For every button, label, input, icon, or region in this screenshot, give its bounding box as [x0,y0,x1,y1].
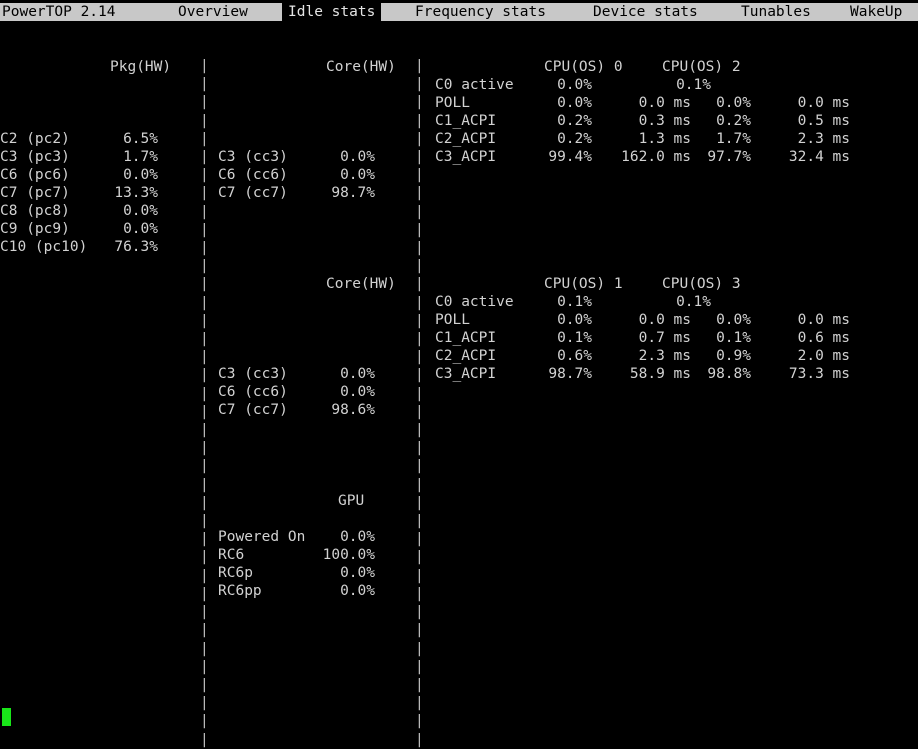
tab-frequency-stats[interactable]: Frequency stats [415,3,546,21]
core-state-value: 98.7% [331,185,375,201]
core-state-value: 0.0% [340,366,375,382]
cpu-state-label: POLL [435,312,470,328]
core-state-label: C7 (cc7) [218,185,288,201]
core-state-value: 0.0% [340,167,375,183]
gpu-header: GPU [338,493,365,509]
cpu-state-time: 162.0 ms [621,149,691,165]
pkg-state-value: 1.7% [123,149,158,165]
gpu-state-label: RC6 [218,547,245,563]
cpu-state-time: 0.3 ms [638,113,691,129]
cpu-state-time: 32.4 ms [788,149,850,165]
cpu-header: CPU(OS) 1 [544,276,623,292]
cpu-c0-value: 0.1% [676,294,711,310]
cpu-c0-value: 0.1% [676,77,711,93]
core-state-label: C7 (cc7) [218,402,288,418]
cpu-state-time: 0.6 ms [797,330,850,346]
pkg-state-label: C3 (pc3) [0,149,70,165]
cpu-state-pct: 98.7% [548,366,592,382]
cpu-state-pct: 99.4% [548,149,592,165]
pkg-state-value: 6.5% [123,131,158,147]
cpu-state-time: 0.0 ms [797,95,850,111]
gpu-state-value: 0.0% [340,565,375,581]
cpu-state-pct: 0.1% [716,330,751,346]
cpu-state-time: 58.9 ms [629,366,691,382]
cpu-state-pct: 0.9% [716,348,751,364]
cpu-state-pct: 0.6% [557,348,592,364]
tab-idle-stats[interactable]: Idle stats [282,3,382,21]
cpu-c0-label: C0 active [435,77,514,93]
pkg-state-label: C10 (pc10) [0,239,88,255]
core-state-value: 0.0% [340,384,375,400]
pkg-state-label: C6 (pc6) [0,167,70,183]
cpu-state-pct: 1.7% [716,131,751,147]
pkg-state-label: C8 (pc8) [0,203,70,219]
cpu-state-pct: 0.2% [557,113,592,129]
cpu-c0-label: C0 active [435,294,514,310]
core-state-label: C6 (cc6) [218,384,288,400]
cpu-state-time: 73.3 ms [788,366,850,382]
tab-overview[interactable]: Overview [178,3,248,21]
cpu-state-label: C3_ACPI [435,149,497,165]
cpu-state-label: C2_ACPI [435,131,497,147]
cpu-state-pct: 0.2% [716,113,751,129]
terminal-cursor [2,708,11,726]
cpu-state-label: C2_ACPI [435,348,497,364]
gpu-state-value: 100.0% [322,547,375,563]
pkg-state-value: 0.0% [123,221,158,237]
cpu-state-pct: 0.2% [557,131,592,147]
pkg-state-label: C9 (pc9) [0,221,70,237]
gpu-state-label: Powered On [218,529,306,545]
cpu-state-time: 2.3 ms [797,131,850,147]
cpu-header: CPU(OS) 3 [662,276,741,292]
tab-tunables[interactable]: Tunables [741,3,811,21]
gpu-state-label: RC6pp [218,583,262,599]
pkg-state-label: C7 (pc7) [0,185,70,201]
gpu-state-label: RC6p [218,565,253,581]
cpu-state-time: 0.0 ms [638,312,691,328]
core-state-value: 98.6% [331,402,375,418]
app-title: PowerTOP 2.14 [2,4,116,20]
core-state-label: C6 (cc6) [218,167,288,183]
tab-device-stats[interactable]: Device stats [593,3,698,21]
cpu-state-time: 0.0 ms [638,95,691,111]
cpu-state-time: 0.0 ms [797,312,850,328]
core-header: Core(HW) [326,59,396,75]
core-state-label: C3 (cc3) [218,366,288,382]
cpu-state-pct: 0.0% [716,95,751,111]
core-header: Core(HW) [326,276,396,292]
core-state-value: 0.0% [340,149,375,165]
cpu-state-pct: 97.7% [707,149,751,165]
cpu-state-label: C3_ACPI [435,366,497,382]
core-state-label: C3 (cc3) [218,149,288,165]
cpu-state-pct: 0.0% [557,312,592,328]
cpu-state-time: 1.3 ms [638,131,691,147]
cpu-header: CPU(OS) 0 [544,59,623,75]
cpu-state-label: C1_ACPI [435,113,497,129]
gpu-state-value: 0.0% [340,529,375,545]
cpu-state-time: 2.0 ms [797,348,850,364]
top-menu-bar: PowerTOP 2.14 Overview Idle stats Freque… [0,3,918,21]
pkg-state-value: 13.3% [114,185,158,201]
pkg-state-value: 76.3% [114,239,158,255]
cpu-c0-value: 0.1% [557,294,592,310]
cpu-state-time: 0.5 ms [797,113,850,129]
pkg-state-value: 0.0% [123,167,158,183]
pkg-header: Pkg(HW) [110,59,172,75]
cpu-state-label: POLL [435,95,470,111]
cpu-state-pct: 0.0% [716,312,751,328]
cpu-state-pct: 98.8% [707,366,751,382]
cpu-header: CPU(OS) 2 [662,59,741,75]
cpu-state-pct: 0.1% [557,330,592,346]
cpu-c0-value: 0.0% [557,77,592,93]
tab-wakeup[interactable]: WakeUp [850,3,902,21]
gpu-state-value: 0.0% [340,583,375,599]
column-separator-left: | | | | | | | | | | | | | | | | | | | | … [200,58,209,748]
cpu-state-label: C1_ACPI [435,330,497,346]
cpu-state-time: 2.3 ms [638,348,691,364]
cpu-state-time: 0.7 ms [638,330,691,346]
column-separator-right: | | | | | | | | | | | | | | | | | | | | … [415,58,424,748]
pkg-state-value: 0.0% [123,203,158,219]
pkg-state-label: C2 (pc2) [0,131,70,147]
cpu-state-pct: 0.0% [557,95,592,111]
